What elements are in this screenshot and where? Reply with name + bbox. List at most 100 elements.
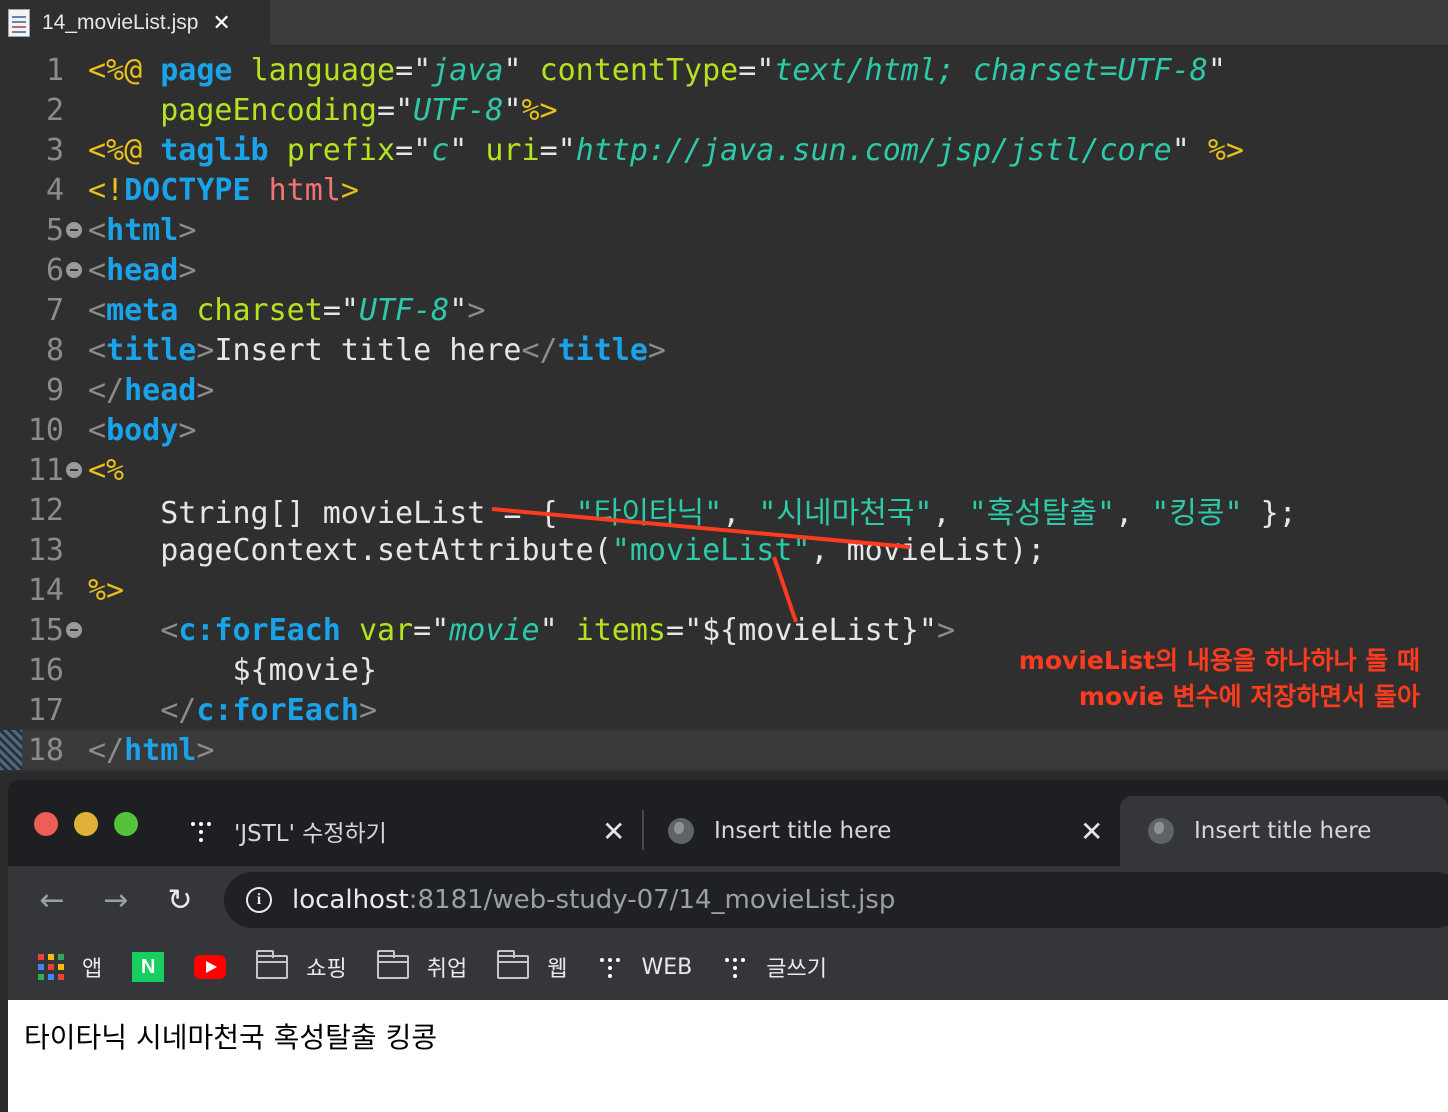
code-token: </ xyxy=(160,692,197,728)
line-gutter: 13 xyxy=(0,530,88,570)
code-token: prefix xyxy=(286,132,396,168)
line-gutter: 8 xyxy=(0,330,88,370)
code-line[interactable]: 7 <meta charset="UTF-8"> xyxy=(0,290,1448,330)
code-token: html xyxy=(124,732,197,768)
bookmark-label: 글쓰기 xyxy=(766,957,827,982)
window-minimize-button[interactable] xyxy=(74,812,98,836)
info-icon[interactable]: i xyxy=(246,887,272,913)
code-token: " xyxy=(413,132,432,168)
code-token: title xyxy=(106,332,197,368)
bookmark-apps[interactable]: 앱 xyxy=(38,951,102,983)
forward-arrow-icon[interactable]: → xyxy=(96,880,136,920)
code-text: %> xyxy=(88,573,124,608)
code-token: = xyxy=(738,52,757,88)
fold-toggle-icon[interactable] xyxy=(66,462,82,478)
dots-icon xyxy=(188,818,214,844)
line-gutter: 4 xyxy=(0,170,88,210)
code-line[interactable]: 14 %> xyxy=(0,570,1448,610)
code-token: "시네마천국" xyxy=(758,496,933,531)
code-line[interactable]: 10 <body> xyxy=(0,410,1448,450)
youtube-icon xyxy=(194,955,227,979)
code-text: <html> xyxy=(88,213,196,248)
window-zoom-button[interactable] xyxy=(114,812,138,836)
code-line[interactable]: 11 <% xyxy=(0,450,1448,490)
code-text: pageContext.setAttribute("movieList", mo… xyxy=(88,533,1045,568)
close-icon[interactable]: ✕ xyxy=(212,11,230,36)
code-token: Insert title here xyxy=(214,332,522,368)
bookmark-naver[interactable]: N xyxy=(132,952,165,982)
code-token: c xyxy=(431,132,450,168)
code-token: " xyxy=(1207,52,1226,88)
code-line[interactable]: 5 <html> xyxy=(0,210,1448,250)
code-line[interactable]: 13 pageContext.setAttribute("movieList",… xyxy=(0,530,1448,570)
apps-icon xyxy=(38,954,64,980)
code-token: DOCTYPE xyxy=(124,172,251,208)
fold-toggle-icon[interactable] xyxy=(66,262,82,278)
annotation-line-1: movieList의 내용을 하나하나 돌 때 xyxy=(1018,646,1420,675)
line-gutter: 1 xyxy=(0,50,88,90)
bookmark-folder-shopping[interactable]: 쇼핑 xyxy=(256,950,347,983)
code-text: <c:forEach var="movie" items="${movieLis… xyxy=(88,613,955,648)
code-line[interactable]: 12 String[] movieList = { "타이타닉", "시네마천국… xyxy=(0,490,1448,532)
bookmark-web[interactable]: WEB xyxy=(597,954,692,980)
code-token: title xyxy=(557,332,648,368)
code-line[interactable]: 8 <title>Insert title here</title> xyxy=(0,330,1448,370)
fold-toggle-icon[interactable] xyxy=(66,222,82,238)
code-line[interactable]: 6 <head> xyxy=(0,250,1448,290)
code-token: head xyxy=(124,372,197,408)
code-token: " xyxy=(340,292,359,328)
code-text: <title>Insert title here</title> xyxy=(88,333,666,368)
tab-separator xyxy=(642,810,644,850)
bookmark-folder-web[interactable]: 웹 xyxy=(497,950,567,983)
code-line[interactable]: 3 <%@ taglib prefix="c" uri="http://java.… xyxy=(0,130,1448,170)
code-line[interactable]: 4 <!DOCTYPE html> xyxy=(0,170,1448,210)
url-host: localhost xyxy=(292,885,409,915)
code-text: <head> xyxy=(88,253,196,288)
back-arrow-icon[interactable]: ← xyxy=(32,880,72,920)
code-text: <%@ page language="java" contentType="te… xyxy=(88,53,1226,88)
editor-tab[interactable]: 14_movieList.jsp ✕ xyxy=(0,0,270,46)
fold-toggle-icon[interactable] xyxy=(66,622,82,638)
code-token: }; xyxy=(1242,496,1297,531)
folder-icon xyxy=(497,950,530,979)
dots-icon xyxy=(722,954,748,980)
code-line[interactable]: 9 </head> xyxy=(0,370,1448,410)
line-gutter: 16 xyxy=(0,650,88,690)
code-line[interactable]: 18 </html> xyxy=(0,730,1448,770)
code-token: = xyxy=(413,612,432,648)
line-number: 3 xyxy=(45,132,64,168)
code-line[interactable]: 2 pageEncoding="UTF-8"%> xyxy=(0,90,1448,130)
reload-icon[interactable]: ↻ xyxy=(160,880,200,920)
browser-tab-title: Insert title here xyxy=(714,818,892,844)
code-token: " xyxy=(413,52,432,88)
window-close-button[interactable] xyxy=(34,812,58,836)
code-line[interactable]: 1 <%@ page language="java" contentType="t… xyxy=(0,50,1448,90)
address-bar[interactable]: i localhost:8181/web-study-07/14_movieLi… xyxy=(224,872,1448,928)
code-token: < xyxy=(88,212,107,248)
bookmark-writing[interactable]: 글쓰기 xyxy=(722,951,827,983)
bookmark-youtube[interactable] xyxy=(194,955,227,979)
code-token: UTF-8 xyxy=(413,92,504,128)
bookmark-folder-jobs[interactable]: 취업 xyxy=(376,950,467,983)
page-content: 타이타닉 시네마천국 혹성탈출 킹콩 xyxy=(8,1000,1448,1112)
browser-tab-insert-title-2[interactable]: Insert title here xyxy=(1120,796,1448,866)
code-token: head xyxy=(106,252,179,288)
code-token: <! xyxy=(88,172,125,208)
browser-tab-insert-title-1[interactable]: Insert title here ✕ xyxy=(668,796,1108,866)
dots-icon xyxy=(597,954,623,980)
jsp-file-icon xyxy=(8,9,30,37)
code-token: < xyxy=(88,332,107,368)
line-gutter: 2 xyxy=(0,90,88,130)
code-token: "킹콩" xyxy=(1151,496,1243,531)
close-icon[interactable]: ✕ xyxy=(602,815,625,848)
line-number: 16 xyxy=(27,652,64,688)
browser-tab-jstl[interactable]: 'JSTL' 수정하기 ✕ xyxy=(188,796,628,866)
naver-icon: N xyxy=(132,952,165,982)
code-text: <meta charset="UTF-8"> xyxy=(88,293,485,328)
close-icon[interactable]: ✕ xyxy=(1080,815,1103,848)
line-gutter: 5 xyxy=(0,210,88,250)
line-gutter: 17 xyxy=(0,690,88,730)
